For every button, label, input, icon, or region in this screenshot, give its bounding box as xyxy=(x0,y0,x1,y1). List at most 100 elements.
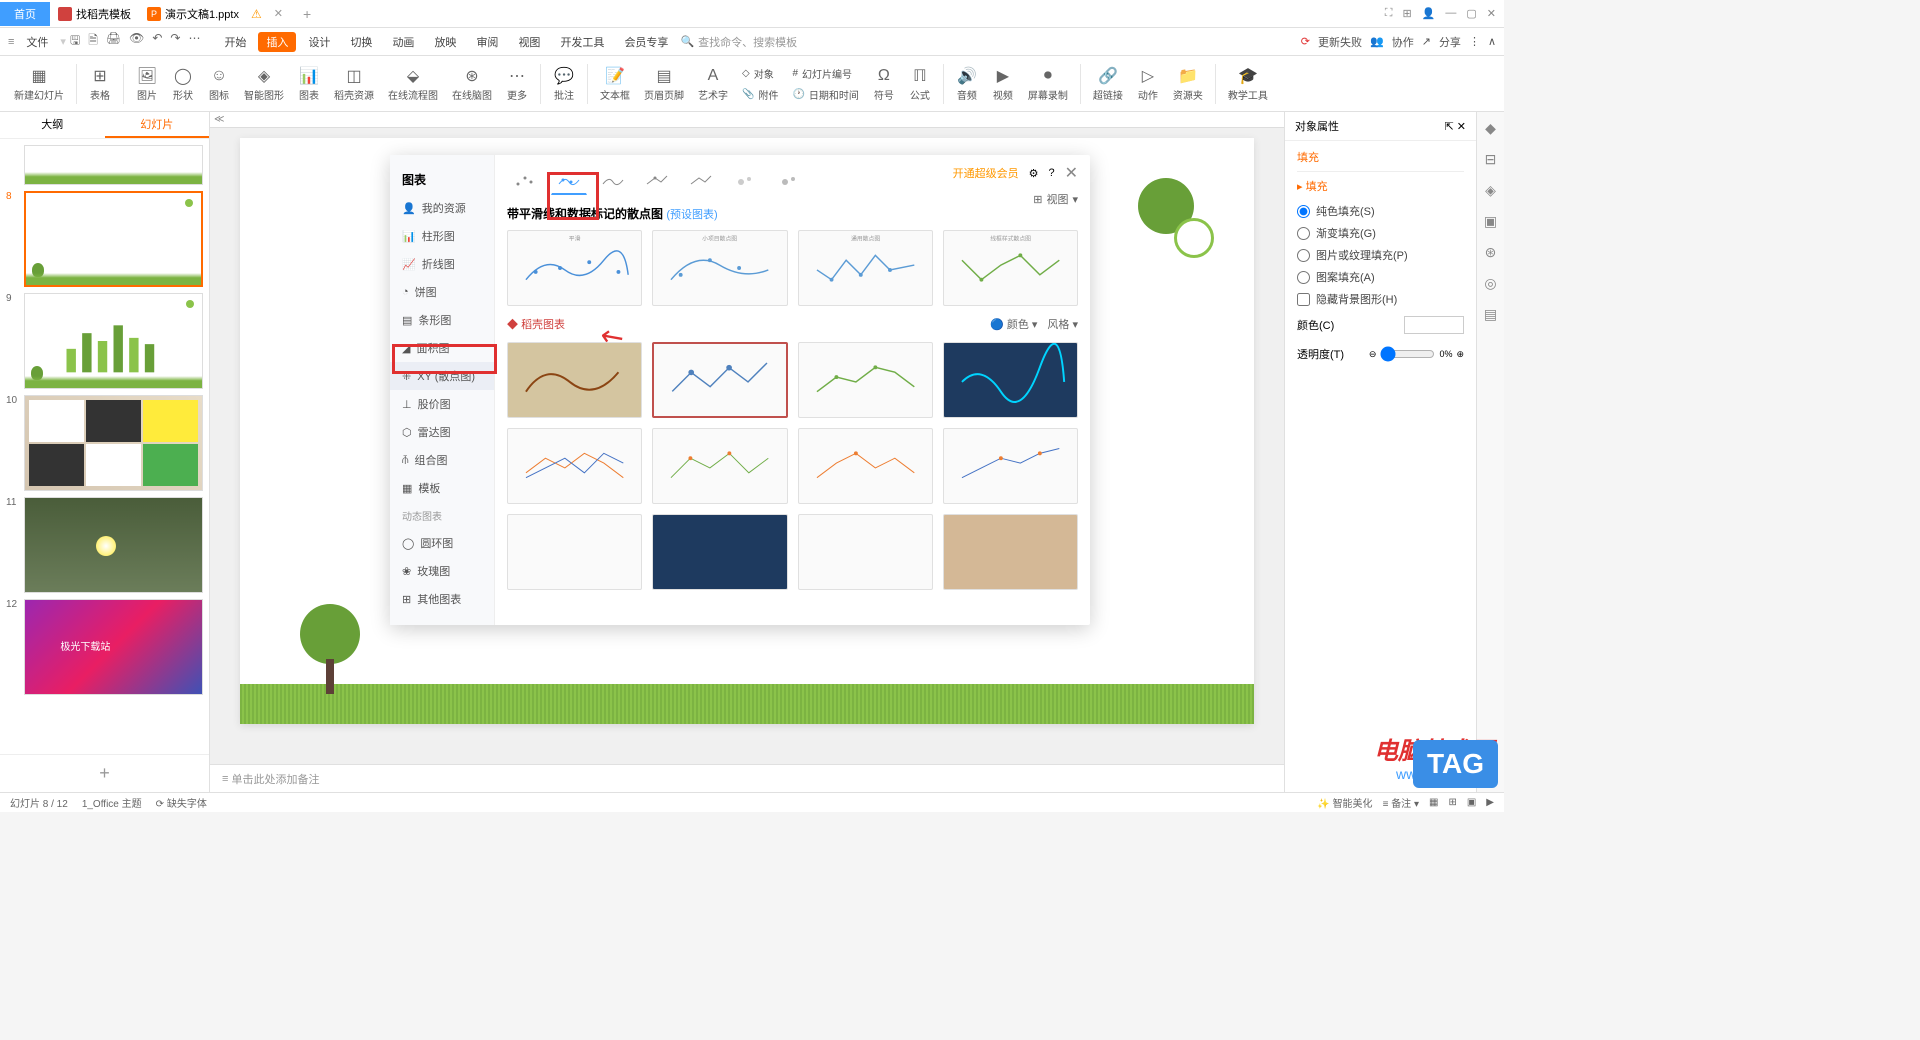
close-panel-icon[interactable]: ✕ xyxy=(1457,121,1466,133)
rib-action[interactable]: ▷动作 xyxy=(1131,63,1165,104)
search-area[interactable]: 🔍 查找命令、搜索模板 xyxy=(680,34,797,50)
menu-member[interactable]: 会员专享 xyxy=(616,32,676,52)
close-tab-icon[interactable]: ✕ xyxy=(274,7,283,20)
menu-transition[interactable]: 切换 xyxy=(342,32,380,52)
sb-other[interactable]: ⊞其他图表 xyxy=(390,585,494,613)
circle-shape-2[interactable] xyxy=(1174,218,1214,258)
sb-bar[interactable]: 📊柱形图 xyxy=(390,222,494,250)
sb-stock[interactable]: ⊥股价图 xyxy=(390,390,494,418)
type-smooth-marker[interactable] xyxy=(551,167,587,195)
menu-insert[interactable]: 插入 xyxy=(258,32,296,52)
thumb-7[interactable] xyxy=(6,145,203,185)
ctrl-2[interactable]: ⊞ xyxy=(1402,7,1411,20)
rib-flowchart[interactable]: ⬙在线流程图 xyxy=(382,63,444,104)
rib-video[interactable]: ▶视频 xyxy=(986,63,1020,104)
sb-rose[interactable]: ❀玫瑰图 xyxy=(390,557,494,585)
docer-9[interactable] xyxy=(507,514,642,590)
redo-icon[interactable]: ↷ xyxy=(170,31,180,52)
rib-more[interactable]: ⋯更多 xyxy=(500,63,534,104)
tool-7-icon[interactable]: ▤ xyxy=(1484,306,1497,323)
rib-wordart[interactable]: A艺术字 xyxy=(692,63,734,104)
tool-3-icon[interactable]: ◈ xyxy=(1485,182,1496,199)
collapse-panel-icon[interactable]: ≪ xyxy=(214,114,224,125)
docer-10[interactable] xyxy=(652,514,787,590)
preset-2[interactable]: 小项目散点图 xyxy=(652,230,787,306)
sb-pie[interactable]: ◔饼图 xyxy=(390,278,494,306)
file-menu[interactable]: 文件 xyxy=(18,32,56,52)
check-hide[interactable] xyxy=(1297,293,1310,306)
menu-devtools[interactable]: 开发工具 xyxy=(552,32,612,52)
opacity-slider[interactable] xyxy=(1380,346,1435,362)
thumb-10[interactable]: 10 xyxy=(6,395,203,491)
more-menu-icon[interactable]: ⋮ xyxy=(1469,35,1480,48)
thumb-11[interactable]: 11 xyxy=(6,497,203,593)
docer-2[interactable] xyxy=(652,342,787,418)
rib-smartart[interactable]: ◈智能图形 xyxy=(238,63,290,104)
tool-1-icon[interactable]: ◆ xyxy=(1485,120,1496,137)
menu-animation[interactable]: 动画 xyxy=(384,32,422,52)
tool-4-icon[interactable]: ▣ xyxy=(1484,213,1497,230)
preview-icon[interactable]: 👁 xyxy=(129,31,144,52)
menu-slideshow[interactable]: 放映 xyxy=(426,32,464,52)
rib-symbol[interactable]: Ω符号 xyxy=(867,63,901,104)
help-icon[interactable]: ? xyxy=(1048,167,1054,179)
rib-comment[interactable]: 💬批注 xyxy=(547,63,581,104)
undo-icon[interactable]: ↶ xyxy=(152,31,162,52)
save-as-icon[interactable]: 🗎 xyxy=(88,31,98,52)
docer-4[interactable] xyxy=(943,342,1078,418)
fill-solid[interactable]: 纯色填充(S) xyxy=(1297,200,1464,222)
notes-bar[interactable]: ≡ 单击此处添加备注 xyxy=(210,764,1284,792)
template-tab[interactable]: 找稻壳模板 xyxy=(50,2,139,26)
rib-docer[interactable]: ◫稻壳资源 xyxy=(328,63,380,104)
fill-section-header[interactable]: ▸ 填充 xyxy=(1297,178,1464,194)
sb-scatter[interactable]: ⁜XY (散点图) xyxy=(390,362,494,390)
rib-record[interactable]: ⏺屏幕录制 xyxy=(1022,63,1074,104)
view-slideshow-icon[interactable]: ▶ xyxy=(1486,797,1494,808)
docer-7[interactable] xyxy=(798,428,933,504)
menu-view[interactable]: 视图 xyxy=(510,32,548,52)
radio-pattern[interactable] xyxy=(1297,271,1310,284)
thumb-8[interactable]: 8 xyxy=(6,191,203,287)
rib-headerfooter[interactable]: ▤页眉页脚 xyxy=(638,63,690,104)
more-qat-icon[interactable]: ⋯ xyxy=(188,31,200,52)
settings-icon[interactable]: ⚙ xyxy=(1029,167,1039,180)
close-icon[interactable]: ✕ xyxy=(1487,7,1496,20)
rib-equation[interactable]: ℿ公式 xyxy=(903,63,937,104)
minimize-icon[interactable]: — xyxy=(1445,7,1456,20)
pin-icon[interactable]: ⇱ xyxy=(1445,121,1454,133)
docer-8[interactable] xyxy=(943,428,1078,504)
rib-shape[interactable]: ◯形状 xyxy=(166,63,200,104)
rib-slidenum[interactable]: #幻灯片编号 xyxy=(786,64,864,83)
sb-template[interactable]: ▦模板 xyxy=(390,474,494,502)
type-smooth[interactable] xyxy=(595,167,631,195)
sb-radar[interactable]: ⬡雷达图 xyxy=(390,418,494,446)
style-filter[interactable]: 风格 ▾ xyxy=(1047,316,1078,332)
sb-area[interactable]: ◢面积图 xyxy=(390,334,494,362)
add-slide-button[interactable]: + xyxy=(0,754,209,792)
thumb-9[interactable]: 9 xyxy=(6,293,203,389)
menu-design[interactable]: 设计 xyxy=(300,32,338,52)
slides-tab[interactable]: 幻灯片 xyxy=(105,112,210,138)
file-tab[interactable]: P演示文稿1.pptx⚠✕ xyxy=(139,2,291,26)
home-tab[interactable]: 首页 xyxy=(0,2,50,26)
rib-new-slide[interactable]: ▦新建幻灯片 xyxy=(8,63,70,104)
beautify-btn[interactable]: ✨ 智能美化 xyxy=(1317,795,1372,810)
coop-label[interactable]: 协作 xyxy=(1392,34,1414,50)
thumb-12[interactable]: 12极光下载站 xyxy=(6,599,203,695)
fill-pattern[interactable]: 图案填充(A) xyxy=(1297,266,1464,288)
docer-3[interactable] xyxy=(798,342,933,418)
rib-picture[interactable]: 🖼图片 xyxy=(130,63,164,104)
rib-icon[interactable]: ☺图标 xyxy=(202,63,236,104)
rib-hyperlink[interactable]: 🔗超链接 xyxy=(1087,63,1129,104)
menu-icon[interactable]: ≡ xyxy=(8,36,14,48)
thumbnail-list[interactable]: 8 9 10 11 12极光下载站 xyxy=(0,139,209,754)
dialog-close-icon[interactable]: ✕ xyxy=(1065,163,1078,183)
rib-teach[interactable]: 🎓教学工具 xyxy=(1222,63,1274,104)
new-tab-button[interactable]: + xyxy=(303,6,311,22)
view-normal-icon[interactable]: ▦ xyxy=(1429,797,1438,808)
rib-mindmap[interactable]: ⊛在线脑图 xyxy=(446,63,498,104)
radio-solid[interactable] xyxy=(1297,205,1310,218)
save-icon[interactable]: 🖫 xyxy=(70,31,80,52)
view-reading-icon[interactable]: ▣ xyxy=(1467,797,1476,808)
preset-3[interactable]: 通用散点图 xyxy=(798,230,933,306)
